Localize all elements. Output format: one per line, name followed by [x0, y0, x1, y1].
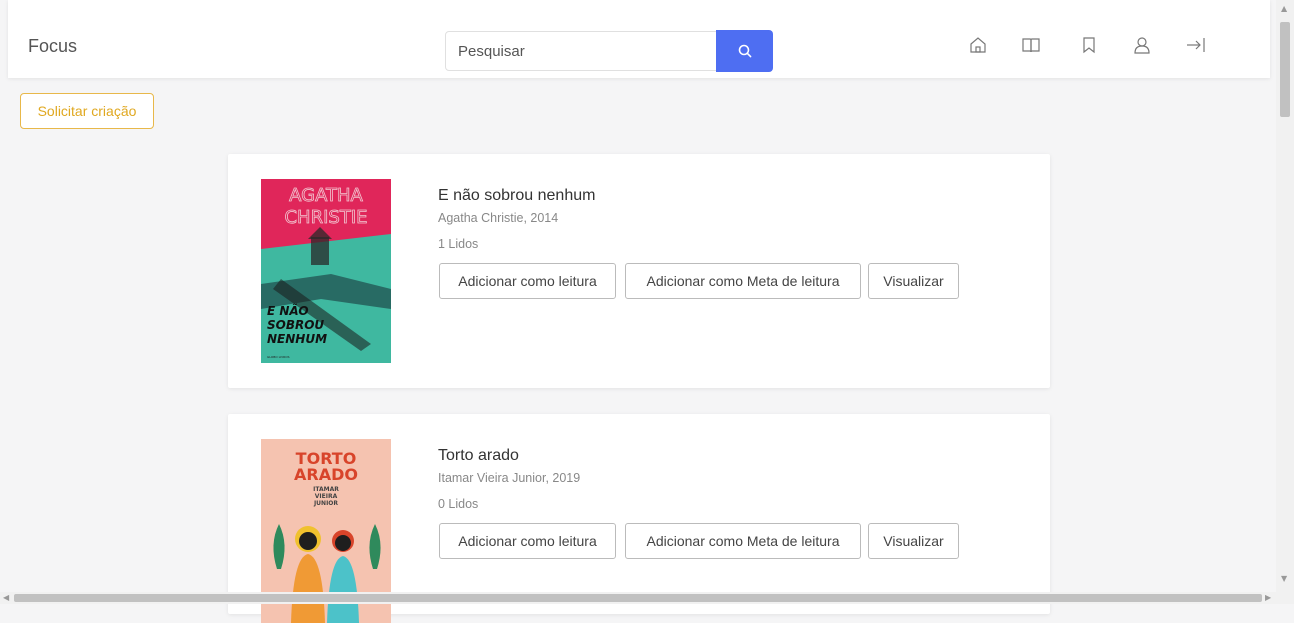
- brand-logo[interactable]: Focus: [28, 36, 77, 57]
- cover-author-line3: JUNIOR: [313, 500, 338, 507]
- search-input[interactable]: [445, 31, 717, 71]
- cover-author-line2: VIEIRA: [315, 493, 338, 500]
- horizontal-scroll-thumb[interactable]: [14, 594, 1262, 602]
- scroll-up-arrow-icon[interactable]: ▲: [1281, 4, 1287, 13]
- cover-subtitle-line3: NENHUM: [267, 332, 327, 346]
- horizontal-scrollbar[interactable]: ◀ ▶: [0, 592, 1276, 604]
- book-reads-count: 0 Lidos: [438, 497, 479, 511]
- scroll-down-arrow-icon[interactable]: ▼: [1281, 574, 1287, 583]
- view-button[interactable]: Visualizar: [868, 263, 959, 299]
- home-icon[interactable]: [967, 34, 989, 56]
- book-open-icon[interactable]: [1020, 34, 1042, 56]
- book-title[interactable]: Torto arado: [438, 447, 519, 465]
- search-button[interactable]: [716, 30, 773, 72]
- scroll-right-arrow-icon[interactable]: ▶: [1265, 593, 1271, 602]
- cover-title-line1: AGATHA: [289, 185, 363, 206]
- add-goal-button[interactable]: Adicionar como Meta de leitura: [625, 263, 861, 299]
- request-creation-button[interactable]: Solicitar criação: [20, 93, 154, 129]
- book-author-year: Itamar Vieira Junior, 2019: [438, 471, 581, 485]
- cover-publisher: GLOBO LIVROS: [267, 355, 290, 359]
- view-button[interactable]: Visualizar: [868, 523, 959, 559]
- scroll-left-arrow-icon[interactable]: ◀: [3, 593, 9, 602]
- user-icon[interactable]: [1131, 34, 1153, 56]
- book-card: TORTO ARADO ITAMAR VIEIRA JUNIOR Torto a…: [228, 414, 1050, 623]
- add-reading-button[interactable]: Adicionar como leitura: [439, 523, 616, 559]
- cover-subtitle-line2: SOBROU: [267, 318, 324, 332]
- cover-title-line2: ARADO: [294, 465, 358, 484]
- vertical-scrollbar[interactable]: ▲ ▼: [1276, 0, 1294, 604]
- search-icon: [738, 44, 751, 58]
- book-author-year: Agatha Christie, 2014: [438, 211, 559, 225]
- cover-title-line2: CHRISTIE: [284, 207, 367, 228]
- cover-subtitle-line1: E NÃO: [267, 303, 309, 318]
- book-reads-count: 1 Lidos: [438, 237, 479, 251]
- book-cover[interactable]: AGATHA CHRISTIE E NÃO SOBROU NENHUM GLOB…: [261, 179, 391, 363]
- bookmark-icon[interactable]: [1078, 34, 1100, 56]
- add-reading-button[interactable]: Adicionar como leitura: [439, 263, 616, 299]
- book-card: AGATHA CHRISTIE E NÃO SOBROU NENHUM GLOB…: [228, 154, 1050, 388]
- logout-icon[interactable]: [1185, 34, 1207, 56]
- book-title[interactable]: E não sobrou nenhum: [438, 187, 595, 205]
- vertical-scroll-thumb[interactable]: [1280, 22, 1290, 117]
- navbar: Focus: [8, 0, 1270, 78]
- cover-author-line1: ITAMAR: [313, 486, 339, 493]
- add-goal-button[interactable]: Adicionar como Meta de leitura: [625, 523, 861, 559]
